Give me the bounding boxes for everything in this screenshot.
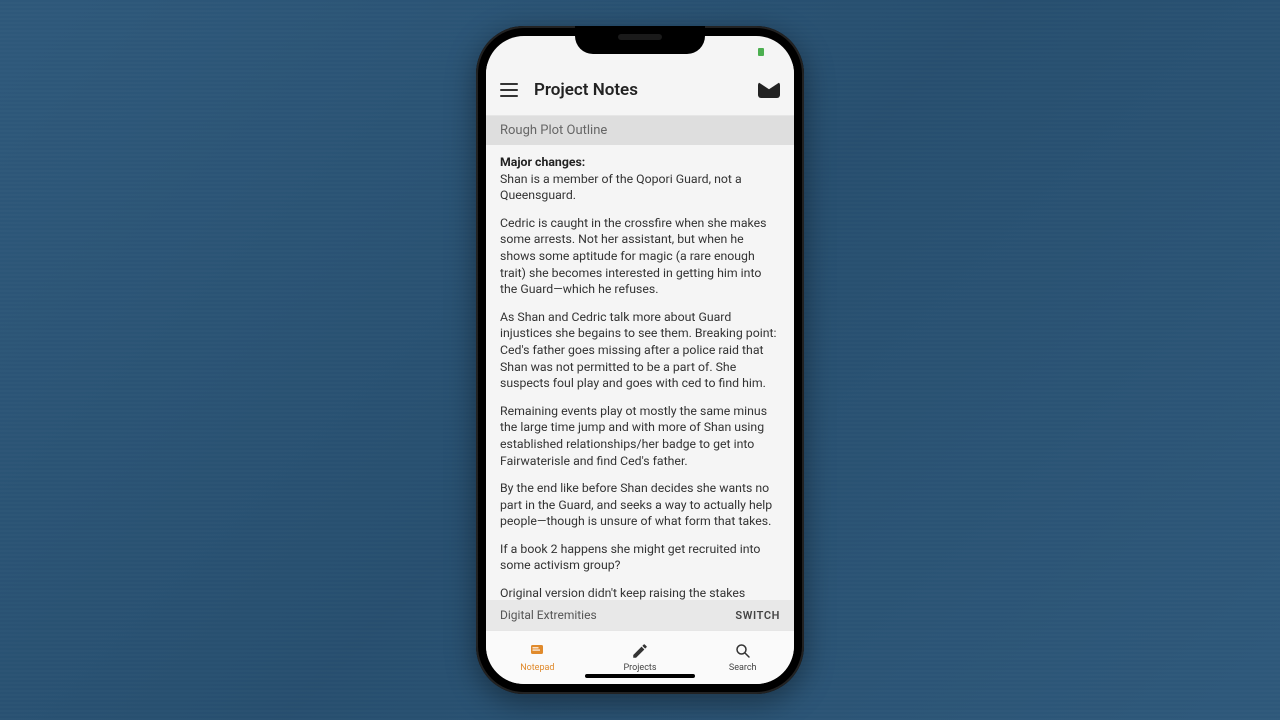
home-indicator[interactable]	[585, 674, 695, 678]
switch-button[interactable]: SWITCH	[735, 609, 780, 622]
note-paragraph: Major changes: Shan is a member of the Q…	[500, 155, 780, 205]
note-paragraph: Cedric is caught in the crossfire when s…	[500, 216, 780, 299]
tab-label: Notepad	[520, 663, 554, 673]
project-bar: Digital Extremities SWITCH	[486, 600, 794, 630]
tab-search[interactable]: Search	[691, 631, 794, 684]
note-paragraph: By the end like before Shan decides she …	[500, 481, 780, 531]
tab-notepad[interactable]: Notepad	[486, 631, 589, 684]
project-name: Digital Extremities	[500, 608, 597, 622]
page-title: Project Notes	[534, 80, 742, 100]
note-paragraph: Original version didn't keep raising the…	[500, 586, 780, 600]
note-paragraph: If a book 2 happens she might get recrui…	[500, 542, 780, 575]
phone-screen: Project Notes Rough Plot Outline Major c…	[486, 36, 794, 684]
search-icon	[734, 642, 752, 660]
note-line: Shan is a member of the Qopori Guard, no…	[500, 173, 742, 204]
note-paragraph: As Shan and Cedric talk more about Guard…	[500, 310, 780, 393]
menu-icon[interactable]	[500, 83, 518, 97]
status-indicator-dot	[758, 48, 764, 56]
mail-icon[interactable]	[758, 82, 780, 98]
device-notch	[575, 26, 705, 54]
major-changes-label: Major changes:	[500, 156, 585, 170]
section-banner: Rough Plot Outline	[486, 116, 794, 145]
tab-label: Projects	[624, 663, 657, 673]
pencil-icon	[631, 642, 649, 660]
notepad-icon	[528, 642, 546, 660]
note-paragraph: Remaining events play ot mostly the same…	[500, 404, 780, 470]
note-body[interactable]: Major changes: Shan is a member of the Q…	[486, 145, 794, 600]
tab-label: Search	[729, 663, 757, 673]
app-header: Project Notes	[486, 64, 794, 116]
phone-frame: Project Notes Rough Plot Outline Major c…	[476, 26, 804, 694]
